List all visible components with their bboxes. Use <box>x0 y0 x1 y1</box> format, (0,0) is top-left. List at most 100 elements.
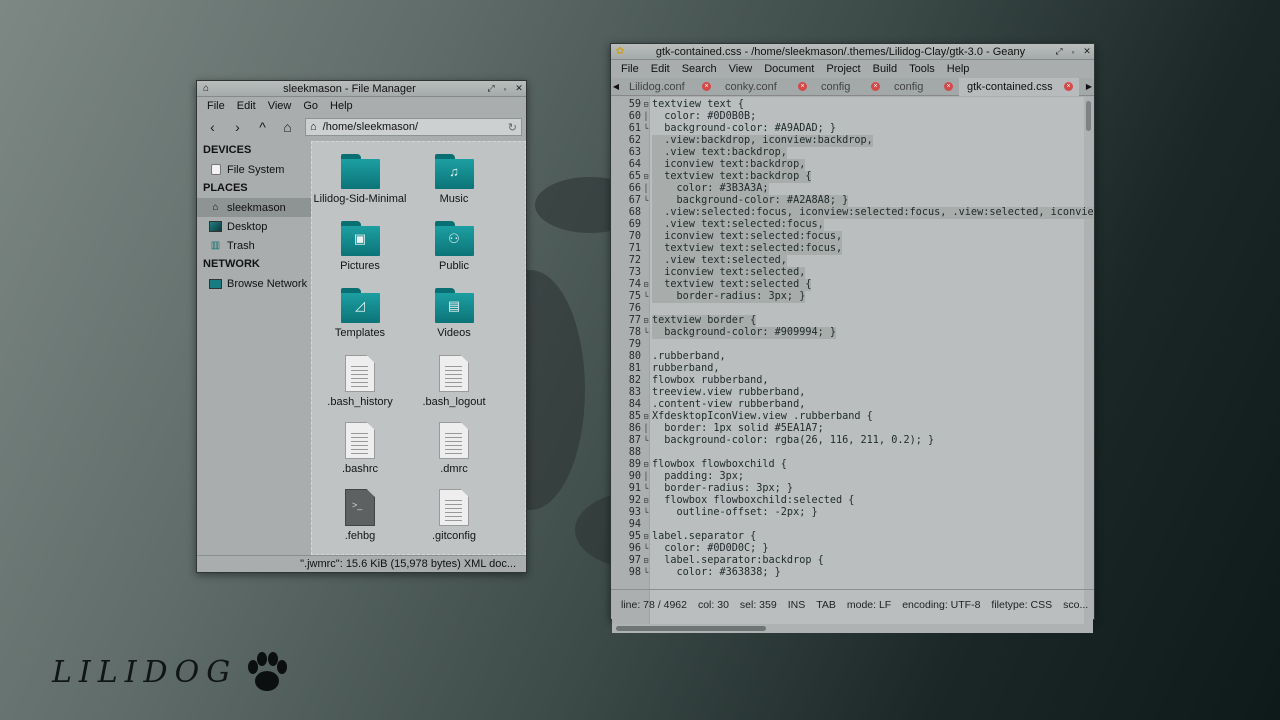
menu-file[interactable]: File <box>201 100 231 112</box>
code-line[interactable]: textview text:selected:focus, <box>652 243 843 255</box>
code-line[interactable]: rubberband, <box>652 363 719 375</box>
code-line[interactable]: textview border { <box>652 315 757 327</box>
file-item[interactable]: Lilidog-Sid-Minimal <box>312 154 408 205</box>
code-line[interactable]: background-color: #909994; } <box>652 327 837 339</box>
code-line[interactable]: color: #3B3A3A; <box>652 183 769 195</box>
code-editor[interactable]: 59 ⊟ textview text {60 │ color: #0D0B0B; 61 └… <box>612 97 1093 624</box>
menu-edit[interactable]: Edit <box>231 100 262 112</box>
forward-icon[interactable]: › <box>226 116 249 138</box>
code-line[interactable]: textview text { <box>652 99 744 111</box>
sidebar-item-file-system[interactable]: File System <box>197 160 311 179</box>
menu-tools[interactable]: Tools <box>903 63 941 75</box>
back-icon[interactable]: ‹ <box>201 116 224 138</box>
fold-marker-icon[interactable]: ⊟ <box>642 315 650 327</box>
tab-close-icon[interactable]: × <box>1064 82 1073 91</box>
file-item[interactable]: ▤ Videos <box>406 288 502 339</box>
fold-marker-icon[interactable]: ⊟ <box>642 495 650 507</box>
file-item[interactable]: ◿ Templates <box>312 288 408 339</box>
code-line[interactable]: label.separator { <box>652 531 756 543</box>
code-line[interactable]: label.separator:backdrop { <box>652 555 823 567</box>
geany-window[interactable]: ✿ gtk-contained.css - /home/sleekmason/.… <box>610 43 1095 633</box>
fold-marker-icon[interactable]: ⊟ <box>642 555 650 567</box>
code-line[interactable]: color: #0D0B0B; <box>652 111 756 123</box>
sidebar-item-home[interactable]: ⌂ sleekmason <box>197 198 311 217</box>
reload-icon[interactable]: ↻ <box>508 121 517 134</box>
minimize-icon[interactable]: ⤢ <box>484 83 498 94</box>
maximize-icon[interactable]: ◦ <box>1066 47 1080 57</box>
close-icon[interactable]: ✕ <box>1080 46 1094 57</box>
tab-lilidog-conf[interactable]: Lilidog.conf × <box>621 78 717 96</box>
menu-view[interactable]: View <box>723 63 759 75</box>
path-text[interactable]: /home/sleekmason/ <box>323 121 418 133</box>
code-line[interactable]: background-color: #A9ADAD; } <box>652 123 836 135</box>
file-item[interactable]: ▣ Pictures <box>312 221 408 272</box>
code-line[interactable]: textview text:backdrop { <box>652 171 812 183</box>
code-line[interactable]: .content-view rubberband, <box>652 399 805 411</box>
code-line[interactable]: background-color: #A2A8A8; } <box>652 195 849 207</box>
sidebar-item-browse-network[interactable]: Browse Network <box>197 274 311 293</box>
home-button-icon[interactable]: ⌂ <box>276 116 299 138</box>
tab-config-1[interactable]: config × <box>813 78 886 96</box>
code-line[interactable]: .view text:selected, <box>652 255 787 267</box>
file-item[interactable]: ⚇ Public <box>406 221 502 272</box>
code-line[interactable]: iconview text:selected, <box>652 267 806 279</box>
file-item[interactable]: .bashrc <box>312 422 408 475</box>
menu-project[interactable]: Project <box>820 63 866 75</box>
code-line[interactable]: .view:selected:focus, iconview:selected:… <box>652 207 1093 219</box>
close-icon[interactable]: ✕ <box>512 83 526 94</box>
code-line[interactable]: color: #363838; } <box>652 567 781 579</box>
fold-marker-icon[interactable]: ⊟ <box>642 531 650 543</box>
code-line[interactable]: background-color: rgba(26, 116, 211, 0.2… <box>652 435 934 447</box>
menu-search[interactable]: Search <box>676 63 723 75</box>
file-item[interactable]: >_ .fehbg <box>312 489 408 542</box>
location-bar[interactable]: ⌂ /home/sleekmason/ ↻ <box>305 118 522 136</box>
code-line[interactable]: flowbox flowboxchild:selected { <box>652 495 854 507</box>
code-line[interactable]: .view:backdrop, iconview:backdrop, <box>652 135 873 147</box>
horizontal-scrollbar[interactable] <box>612 624 1093 633</box>
file-item[interactable]: .bash_history <box>312 355 408 408</box>
menu-file[interactable]: File <box>615 63 645 75</box>
file-icon-view[interactable]: Lilidog-Sid-Minimal ♫ Music ▣ Pictures ⚇ Publi… <box>311 141 526 555</box>
code-line[interactable]: padding: 3px; <box>652 471 744 483</box>
minimize-icon[interactable]: ⤢ <box>1052 46 1066 57</box>
fold-marker-icon[interactable]: ⊟ <box>642 279 650 291</box>
menu-help[interactable]: Help <box>324 100 359 112</box>
sidebar-item-desktop[interactable]: Desktop <box>197 217 311 236</box>
code-line[interactable]: .rubberband, <box>652 351 726 363</box>
fm-titlebar[interactable]: ⌂ sleekmason - File Manager ⤢ ◦ ✕ <box>197 81 526 97</box>
menu-build[interactable]: Build <box>867 63 903 75</box>
tab-conky-conf[interactable]: conky.conf × <box>717 78 813 96</box>
fold-marker-icon[interactable]: ⊟ <box>642 171 650 183</box>
fold-marker-icon[interactable]: ⊟ <box>642 99 650 111</box>
file-item[interactable]: .dmrc <box>406 422 502 475</box>
tab-gtk-contained-css[interactable]: gtk-contained.css × <box>959 77 1079 96</box>
file-item[interactable]: .gitconfig <box>406 489 502 542</box>
maximize-icon[interactable]: ◦ <box>498 84 512 94</box>
code-line[interactable]: .view text:selected:focus, <box>652 219 824 231</box>
code-line[interactable]: flowbox flowboxchild { <box>652 459 787 471</box>
file-item[interactable]: ♫ Music <box>406 154 502 205</box>
tab-scroll-right-icon[interactable]: ▶ <box>1084 82 1094 91</box>
file-item[interactable]: .bash_logout <box>406 355 502 408</box>
menu-view[interactable]: View <box>262 100 298 112</box>
up-icon[interactable]: ^ <box>251 116 274 138</box>
menu-document[interactable]: Document <box>758 63 820 75</box>
menu-go[interactable]: Go <box>297 100 324 112</box>
code-line[interactable]: border-radius: 3px; } <box>652 291 806 303</box>
code-line[interactable]: .view text:backdrop, <box>652 147 787 159</box>
menu-help[interactable]: Help <box>941 63 976 75</box>
tab-config-2[interactable]: config × <box>886 78 959 96</box>
geany-titlebar[interactable]: ✿ gtk-contained.css - /home/sleekmason/.… <box>611 44 1094 60</box>
code-line[interactable]: iconview text:selected:focus, <box>652 231 843 243</box>
menu-edit[interactable]: Edit <box>645 63 676 75</box>
code-line[interactable]: XfdesktopIconView.view .rubberband { <box>652 411 873 423</box>
tab-scroll-left-icon[interactable]: ◀ <box>611 82 621 91</box>
code-line[interactable]: color: #0D0D0C; } <box>652 543 768 555</box>
vertical-scrollbar[interactable] <box>1084 97 1093 624</box>
code-line[interactable]: border-radius: 3px; } <box>652 483 793 495</box>
fold-marker-icon[interactable]: ⊟ <box>642 411 650 423</box>
tab-close-icon[interactable]: × <box>798 82 807 91</box>
file-manager-window[interactable]: ⌂ sleekmason - File Manager ⤢ ◦ ✕ File E… <box>196 80 527 573</box>
code-line[interactable]: border: 1px solid #5EA1A7; <box>652 423 823 435</box>
tab-close-icon[interactable]: × <box>944 82 953 91</box>
